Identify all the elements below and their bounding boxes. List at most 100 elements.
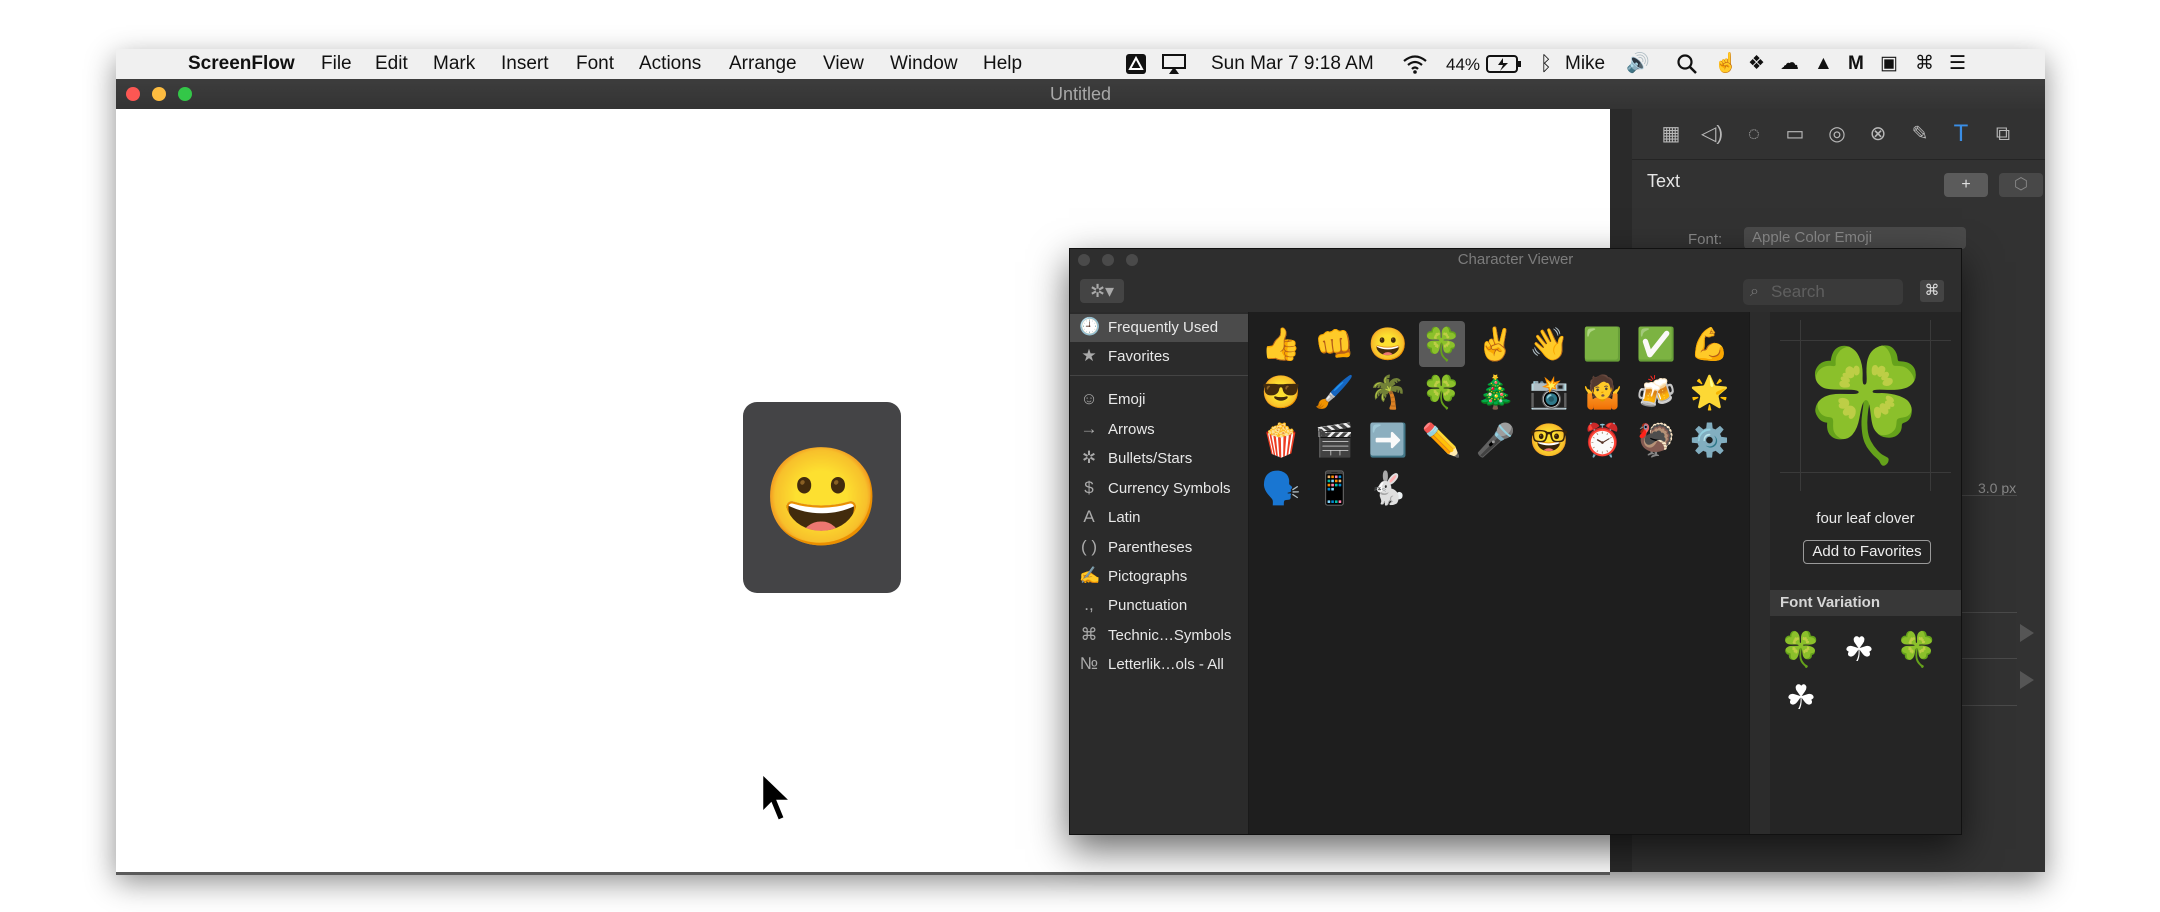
emoji-cell[interactable]: 🤷 [1580,369,1626,415]
emoji-cell[interactable]: 🎄 [1472,369,1518,415]
emoji-cell[interactable]: 👊 [1312,321,1358,367]
emoji-cell[interactable]: 🗣️ [1258,465,1304,511]
emoji-cell[interactable]: 💪 [1687,321,1733,367]
menu-actions[interactable]: Actions [639,52,701,76]
emoji-cell[interactable]: 😎 [1258,369,1304,415]
volume-icon[interactable]: 🔊 [1626,52,1650,76]
emoji-cell[interactable]: 🎤 [1472,417,1518,463]
video-motion-icon[interactable]: ◌ [1742,122,1766,146]
text-properties-icon[interactable]: T [1949,122,1973,146]
category-item[interactable]: ✍ Pictographs [1070,563,1248,591]
keyboard-viewer-button[interactable]: ⌘ [1920,280,1944,302]
menu-window[interactable]: Window [890,52,958,76]
menu-mark[interactable]: Mark [433,52,475,76]
emoji-cell[interactable]: 😀 [1365,321,1411,367]
font-variation-item[interactable]: ☘ [1834,630,1884,670]
category-item[interactable]: ☺ Emoji [1070,386,1248,414]
creative-cloud-icon[interactable]: ☁ [1780,52,1799,76]
window-titlebar: Untitled [116,79,2045,109]
callout-icon[interactable]: ◎ [1825,122,1849,146]
category-item[interactable]: ★ Favorites [1070,343,1248,371]
menubar-clock[interactable]: Sun Mar 7 9:18 AM [1211,52,1374,76]
menu-help[interactable]: Help [983,52,1022,76]
add-text-button[interactable]: + [1944,173,1988,197]
grid-scrollbar[interactable] [1749,312,1771,834]
keyboard-viewer-icon[interactable]: ⌘ [1915,52,1934,76]
emoji-cell[interactable]: 👋 [1526,321,1572,367]
emoji-cell[interactable]: 📸 [1526,369,1572,415]
cube-button[interactable]: ⬡ [1999,173,2043,197]
emoji-cell[interactable]: ➡️ [1365,417,1411,463]
airplay-icon[interactable] [1161,53,1187,75]
category-item[interactable]: № Letterlik…ols - All [1070,651,1248,679]
category-item[interactable]: ., Punctuation [1070,592,1248,620]
font-select[interactable]: Apple Color Emoji [1744,227,1966,249]
emoji-cell[interactable]: 🍻 [1633,369,1679,415]
character-viewer-titlebar: Character Viewer [1070,249,1961,271]
emoji-cell[interactable]: ✅ [1633,321,1679,367]
font-variation-item[interactable]: 🍀 [1892,630,1942,670]
screen-record-icon[interactable]: ▣ [1880,52,1898,76]
emoji-cell[interactable]: 🌟 [1687,369,1733,415]
category-item[interactable]: → Arrows [1070,416,1248,444]
search-field[interactable]: ⌕ Search [1743,279,1903,305]
battery-percent[interactable]: 44% [1446,53,1480,77]
category-item[interactable]: ⌘ Technic…Symbols [1070,622,1248,650]
battery-icon[interactable] [1486,53,1522,75]
emoji-cell[interactable]: 🟩 [1580,321,1626,367]
gesture-icon[interactable]: ☝ [1714,52,1738,76]
audio-properties-icon[interactable]: ◁) [1700,122,1724,146]
annotations-icon[interactable]: ⊗ [1866,122,1890,146]
drive-icon[interactable] [1125,53,1147,75]
emoji-cell[interactable]: 🍀 [1418,321,1465,367]
emoji-cell[interactable]: ✏️ [1419,417,1465,463]
emoji-cell[interactable]: 🌴 [1365,369,1411,415]
media-library-icon[interactable]: ⧉ [1991,122,2015,146]
size-value[interactable]: 3.0 px [1978,480,2016,496]
emoji-cell[interactable]: 🎬 [1312,417,1358,463]
menu-edit[interactable]: Edit [375,52,408,76]
dropbox-icon[interactable]: ❖ [1748,52,1765,76]
category-item[interactable]: 🕘 Frequently Used [1070,314,1248,342]
add-to-favorites-button[interactable]: Add to Favorites [1803,540,1931,564]
emoji-cell[interactable]: 👍 [1258,321,1304,367]
spotlight-search-icon[interactable] [1676,53,1698,75]
gear-menu-button[interactable]: ✲▾ [1080,279,1124,303]
menu-view[interactable]: View [823,52,864,76]
emoji-cell[interactable]: 📱 [1312,465,1358,511]
disclosure-triangle-icon[interactable] [2020,671,2034,689]
category-item[interactable]: ( ) Parentheses [1070,534,1248,562]
emoji-cell[interactable]: 🍿 [1258,417,1304,463]
alfred-icon[interactable]: ▲ [1814,52,1833,76]
emoji-cell[interactable]: 🖌️ [1312,369,1358,415]
notification-center-icon[interactable]: ☰ [1949,52,1966,76]
emoji-cell[interactable]: 🦃 [1633,417,1679,463]
malwarebytes-icon[interactable]: M [1848,52,1864,76]
emoji-cell[interactable]: ✌️ [1472,321,1518,367]
emoji-cell[interactable]: 🍀 [1419,369,1465,415]
font-variation-item[interactable]: 🍀 [1776,630,1826,670]
sidebar-separator [1070,375,1248,376]
menu-arrange[interactable]: Arrange [729,52,797,76]
category-item[interactable]: $ Currency Symbols [1070,475,1248,503]
bluetooth-icon[interactable]: ᛒ [1540,52,1552,76]
screen-recording-icon[interactable]: ▭ [1783,122,1807,146]
menu-file[interactable]: File [321,52,352,76]
font-variation-item[interactable]: ☘ [1776,678,1826,718]
search-placeholder: Search [1771,282,1825,301]
wifi-icon[interactable] [1401,53,1429,75]
emoji-cell[interactable]: 🐇 [1365,465,1411,511]
disclosure-triangle-icon[interactable] [2020,624,2034,642]
category-item[interactable]: A Latin [1070,504,1248,532]
user-name[interactable]: Mike [1565,52,1605,76]
emoji-cell[interactable]: ⚙️ [1687,417,1733,463]
category-item[interactable]: ✲ Bullets/Stars [1070,445,1248,473]
app-menu[interactable]: ScreenFlow [188,52,295,76]
canvas-emoji-tile[interactable]: 😀 [743,402,901,593]
emoji-cell[interactable]: ⏰ [1580,417,1626,463]
pen-icon[interactable]: ✎ [1908,122,1932,146]
menu-insert[interactable]: Insert [501,52,549,76]
emoji-cell[interactable]: 🤓 [1526,417,1572,463]
video-properties-icon[interactable]: ▦ [1659,122,1683,146]
menu-font[interactable]: Font [576,52,614,76]
